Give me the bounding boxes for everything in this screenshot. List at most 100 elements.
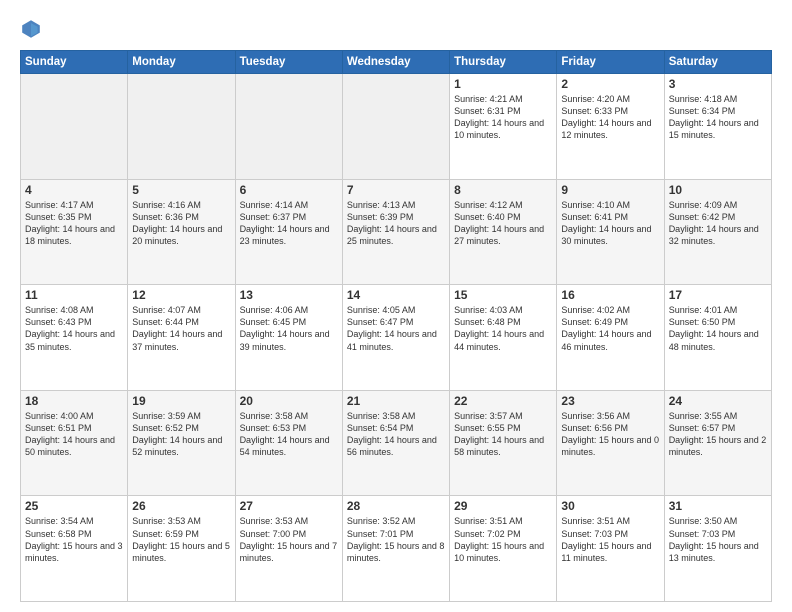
calendar-cell: 19 Sunrise: 3:59 AM Sunset: 6:52 PM Dayli…: [128, 390, 235, 496]
day-number: 7: [347, 183, 445, 197]
day-detail: Sunrise: 4:17 AM Sunset: 6:35 PM Dayligh…: [25, 199, 123, 248]
calendar-cell: 4 Sunrise: 4:17 AM Sunset: 6:35 PM Daylig…: [21, 179, 128, 285]
day-detail: Sunrise: 3:52 AM Sunset: 7:01 PM Dayligh…: [347, 515, 445, 564]
calendar-cell: 17Sunrise: 4:01 AM Sunset: 6:50 PM Dayli…: [664, 285, 771, 391]
calendar-cell: 11 Sunrise: 4:08 AM Sunset: 6:43 PM Dayli…: [21, 285, 128, 391]
calendar-cell: 3 Sunrise: 4:18 AM Sunset: 6:34 PM Daylig…: [664, 74, 771, 180]
day-detail: Sunrise: 3:59 AM Sunset: 6:52 PM Dayligh…: [132, 410, 230, 459]
day-number: 16: [561, 288, 659, 302]
calendar-cell: 2Sunrise: 4:20 AM Sunset: 6:33 PM Daylig…: [557, 74, 664, 180]
day-detail: Sunrise: 4:10 AM Sunset: 6:41 PM Dayligh…: [561, 199, 659, 248]
day-number: 1: [454, 77, 552, 91]
day-number: 31: [669, 499, 767, 513]
calendar-cell: 27Sunrise: 3:53 AM Sunset: 7:00 PM Dayli…: [235, 496, 342, 602]
calendar-cell: 25 Sunrise: 3:54 AM Sunset: 6:58 PM Dayli…: [21, 496, 128, 602]
day-detail: Sunrise: 3:53 AM Sunset: 6:59 PM Dayligh…: [132, 515, 230, 564]
calendar-cell: 23Sunrise: 3:56 AM Sunset: 6:56 PM Dayli…: [557, 390, 664, 496]
calendar-cell: 8Sunrise: 4:12 AM Sunset: 6:40 PM Daylig…: [450, 179, 557, 285]
day-detail: Sunrise: 3:58 AM Sunset: 6:53 PM Dayligh…: [240, 410, 338, 459]
day-detail: Sunrise: 3:56 AM Sunset: 6:56 PM Dayligh…: [561, 410, 659, 459]
day-detail: Sunrise: 4:20 AM Sunset: 6:33 PM Dayligh…: [561, 93, 659, 142]
day-detail: Sunrise: 4:08 AM Sunset: 6:43 PM Dayligh…: [25, 304, 123, 353]
calendar-cell: 9Sunrise: 4:10 AM Sunset: 6:41 PM Daylig…: [557, 179, 664, 285]
day-number: 3: [669, 77, 767, 91]
calendar-cell: 16 Sunrise: 4:02 AM Sunset: 6:49 PM Dayli…: [557, 285, 664, 391]
day-detail: Sunrise: 4:18 AM Sunset: 6:34 PM Dayligh…: [669, 93, 767, 142]
calendar-cell: 26 Sunrise: 3:53 AM Sunset: 6:59 PM Dayli…: [128, 496, 235, 602]
day-detail: Sunrise: 4:00 AM Sunset: 6:51 PM Dayligh…: [25, 410, 123, 459]
day-detail: Sunrise: 4:14 AM Sunset: 6:37 PM Dayligh…: [240, 199, 338, 248]
weekday-header-row: SundayMondayTuesdayWednesdayThursdayFrid…: [21, 51, 772, 74]
day-detail: Sunrise: 4:07 AM Sunset: 6:44 PM Dayligh…: [132, 304, 230, 353]
calendar-cell: [342, 74, 449, 180]
day-number: 27: [240, 499, 338, 513]
day-number: 6: [240, 183, 338, 197]
day-number: 29: [454, 499, 552, 513]
weekday-header-tuesday: Tuesday: [235, 51, 342, 74]
calendar-cell: 24 Sunrise: 3:55 AM Sunset: 6:57 PM Dayli…: [664, 390, 771, 496]
day-number: 24: [669, 394, 767, 408]
day-number: 19: [132, 394, 230, 408]
day-detail: Sunrise: 4:02 AM Sunset: 6:49 PM Dayligh…: [561, 304, 659, 353]
day-detail: Sunrise: 3:51 AM Sunset: 7:02 PM Dayligh…: [454, 515, 552, 564]
calendar-cell: 12 Sunrise: 4:07 AM Sunset: 6:44 PM Dayli…: [128, 285, 235, 391]
calendar-cell: 14 Sunrise: 4:05 AM Sunset: 6:47 PM Dayli…: [342, 285, 449, 391]
day-detail: Sunrise: 4:09 AM Sunset: 6:42 PM Dayligh…: [669, 199, 767, 248]
day-detail: Sunrise: 3:57 AM Sunset: 6:55 PM Dayligh…: [454, 410, 552, 459]
calendar-cell: 20 Sunrise: 3:58 AM Sunset: 6:53 PM Dayli…: [235, 390, 342, 496]
calendar-cell: 7 Sunrise: 4:13 AM Sunset: 6:39 PM Daylig…: [342, 179, 449, 285]
day-number: 11: [25, 288, 123, 302]
day-detail: Sunrise: 4:21 AM Sunset: 6:31 PM Dayligh…: [454, 93, 552, 142]
day-detail: Sunrise: 4:12 AM Sunset: 6:40 PM Dayligh…: [454, 199, 552, 248]
day-number: 28: [347, 499, 445, 513]
calendar-cell: 15Sunrise: 4:03 AM Sunset: 6:48 PM Dayli…: [450, 285, 557, 391]
weekday-header-friday: Friday: [557, 51, 664, 74]
weekday-header-sunday: Sunday: [21, 51, 128, 74]
calendar-cell: 30 Sunrise: 3:51 AM Sunset: 7:03 PM Dayli…: [557, 496, 664, 602]
calendar-cell: 13 Sunrise: 4:06 AM Sunset: 6:45 PM Dayli…: [235, 285, 342, 391]
day-number: 25: [25, 499, 123, 513]
day-number: 17: [669, 288, 767, 302]
day-detail: Sunrise: 3:55 AM Sunset: 6:57 PM Dayligh…: [669, 410, 767, 459]
day-detail: Sunrise: 4:13 AM Sunset: 6:39 PM Dayligh…: [347, 199, 445, 248]
day-number: 18: [25, 394, 123, 408]
day-detail: Sunrise: 3:58 AM Sunset: 6:54 PM Dayligh…: [347, 410, 445, 459]
header: [20, 18, 772, 40]
calendar-cell: 22 Sunrise: 3:57 AM Sunset: 6:55 PM Dayli…: [450, 390, 557, 496]
day-number: 4: [25, 183, 123, 197]
day-number: 12: [132, 288, 230, 302]
weekday-header-monday: Monday: [128, 51, 235, 74]
day-number: 14: [347, 288, 445, 302]
day-number: 21: [347, 394, 445, 408]
calendar-cell: 6 Sunrise: 4:14 AM Sunset: 6:37 PM Daylig…: [235, 179, 342, 285]
calendar-cell: 28 Sunrise: 3:52 AM Sunset: 7:01 PM Dayli…: [342, 496, 449, 602]
weekday-header-wednesday: Wednesday: [342, 51, 449, 74]
day-detail: Sunrise: 4:05 AM Sunset: 6:47 PM Dayligh…: [347, 304, 445, 353]
day-detail: Sunrise: 4:06 AM Sunset: 6:45 PM Dayligh…: [240, 304, 338, 353]
calendar-cell: 10 Sunrise: 4:09 AM Sunset: 6:42 PM Dayli…: [664, 179, 771, 285]
day-number: 30: [561, 499, 659, 513]
calendar-week-2: 4 Sunrise: 4:17 AM Sunset: 6:35 PM Daylig…: [21, 179, 772, 285]
day-detail: Sunrise: 4:03 AM Sunset: 6:48 PM Dayligh…: [454, 304, 552, 353]
day-number: 26: [132, 499, 230, 513]
calendar-cell: 29 Sunrise: 3:51 AM Sunset: 7:02 PM Dayli…: [450, 496, 557, 602]
day-detail: Sunrise: 3:50 AM Sunset: 7:03 PM Dayligh…: [669, 515, 767, 564]
calendar-cell: 31 Sunrise: 3:50 AM Sunset: 7:03 PM Dayli…: [664, 496, 771, 602]
day-number: 22: [454, 394, 552, 408]
day-detail: Sunrise: 4:16 AM Sunset: 6:36 PM Dayligh…: [132, 199, 230, 248]
day-number: 5: [132, 183, 230, 197]
calendar-week-1: 1 Sunrise: 4:21 AM Sunset: 6:31 PM Daylig…: [21, 74, 772, 180]
calendar-cell: 1 Sunrise: 4:21 AM Sunset: 6:31 PM Daylig…: [450, 74, 557, 180]
day-number: 13: [240, 288, 338, 302]
logo-icon: [20, 18, 42, 40]
day-number: 20: [240, 394, 338, 408]
calendar-week-4: 18 Sunrise: 4:00 AM Sunset: 6:51 PM Dayli…: [21, 390, 772, 496]
calendar-table: SundayMondayTuesdayWednesdayThursdayFrid…: [20, 50, 772, 602]
calendar-week-5: 25 Sunrise: 3:54 AM Sunset: 6:58 PM Dayli…: [21, 496, 772, 602]
day-number: 10: [669, 183, 767, 197]
calendar-cell: [128, 74, 235, 180]
calendar-week-3: 11 Sunrise: 4:08 AM Sunset: 6:43 PM Dayli…: [21, 285, 772, 391]
day-detail: Sunrise: 3:54 AM Sunset: 6:58 PM Dayligh…: [25, 515, 123, 564]
page: SundayMondayTuesdayWednesdayThursdayFrid…: [0, 0, 792, 612]
day-detail: Sunrise: 3:51 AM Sunset: 7:03 PM Dayligh…: [561, 515, 659, 564]
